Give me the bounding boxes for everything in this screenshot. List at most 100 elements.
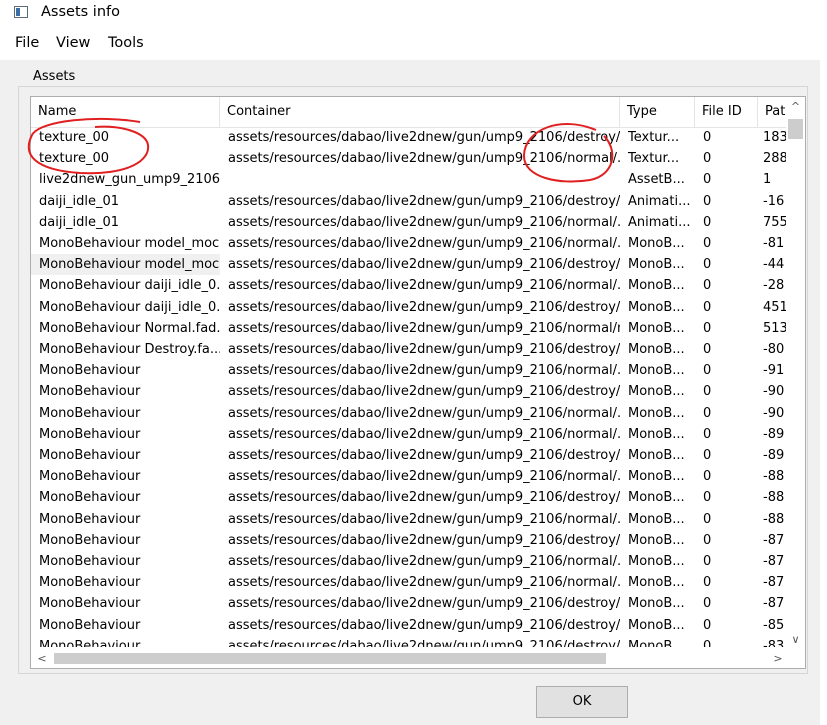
cell-type: MonoB...: [628, 342, 685, 357]
cell-path-id: -91: [763, 363, 785, 379]
scroll-left-icon[interactable]: <: [33, 649, 51, 668]
cell-container: assets/resources/dabao/live2dnew/gun/ump…: [228, 363, 620, 379]
cell-name: MonoBehaviour Destroy.fa...: [39, 342, 220, 357]
cell-file-id: 0: [703, 596, 712, 612]
cell-type: MonoB...: [628, 511, 685, 527]
cell-file-id: 0: [703, 193, 712, 209]
cell-type: MonoB...: [628, 554, 685, 569]
cell-file-id: 0: [703, 532, 712, 548]
cell-path-id: -87: [763, 575, 785, 591]
title-bar: Assets info: [0, 0, 827, 28]
table-row[interactable]: MonoBehaviour daiji_idle_0... assets/reso…: [31, 275, 787, 296]
cell-name: MonoBehaviour daiji_idle_0...: [39, 299, 220, 315]
table-row[interactable]: texture_00 assets/resources/dabao/live2dn…: [31, 148, 787, 169]
cell-name: MonoBehaviour: [39, 426, 141, 442]
cell-container: assets/resources/dabao/live2dnew/gun/ump…: [228, 554, 620, 569]
table-row[interactable]: MonoBehaviour assets/resources/dabao/live…: [31, 360, 787, 381]
table-row[interactable]: MonoBehaviour assets/resources/dabao/live…: [31, 403, 787, 424]
column-header-type[interactable]: Type: [620, 97, 695, 127]
horizontal-scroll-thumb[interactable]: [54, 653, 606, 664]
cell-name: MonoBehaviour: [39, 638, 141, 647]
cell-path-id: 451: [763, 299, 787, 315]
table-row[interactable]: texture_00 assets/resources/dabao/live2dn…: [31, 127, 787, 148]
cell-file-id: 0: [703, 236, 712, 251]
table-row[interactable]: MonoBehaviour assets/resources/dabao/live…: [31, 593, 787, 614]
cell-file-id: 0: [703, 554, 712, 569]
table-row[interactable]: MonoBehaviour assets/resources/dabao/live…: [31, 509, 787, 530]
ok-button[interactable]: OK: [536, 686, 628, 718]
table-row[interactable]: MonoBehaviour assets/resources/dabao/live…: [31, 572, 787, 593]
cell-container: assets/resources/dabao/live2dnew/gun/ump…: [228, 278, 620, 294]
cell-type: MonoB...: [628, 299, 685, 315]
scroll-right-icon[interactable]: >: [769, 649, 787, 668]
cell-path-id: -16: [763, 193, 785, 209]
table-row[interactable]: live2dnew_gun_ump9_2106 AssetB... 0 1: [31, 169, 787, 190]
cell-container: [220, 169, 620, 190]
column-header-path[interactable]: Pat: [758, 97, 787, 127]
cell-name: MonoBehaviour: [39, 469, 141, 485]
cell-container: assets/resources/dabao/live2dnew/gun/ump…: [228, 638, 620, 647]
table-row[interactable]: MonoBehaviour model_moc assets/resources/…: [31, 233, 787, 254]
cell-path-id: -44: [763, 257, 785, 273]
menu-tools[interactable]: Tools: [108, 35, 144, 51]
cell-name: MonoBehaviour Normal.fad...: [39, 320, 220, 336]
column-header-container[interactable]: Container: [220, 97, 620, 127]
cell-type: MonoB...: [628, 532, 685, 548]
menu-file[interactable]: File: [15, 35, 39, 51]
table-row[interactable]: daiji_idle_01 assets/resources/dabao/live…: [31, 212, 787, 233]
table-row[interactable]: MonoBehaviour assets/resources/dabao/live…: [31, 530, 787, 551]
cell-name: daiji_idle_01: [39, 193, 120, 209]
cell-type: MonoB...: [628, 257, 685, 273]
menu-view[interactable]: View: [56, 35, 90, 51]
cell-container: assets/resources/dabao/live2dnew/gun/ump…: [228, 405, 620, 421]
cell-path-id: -87: [763, 554, 785, 569]
table-row[interactable]: MonoBehaviour assets/resources/dabao/live…: [31, 615, 787, 636]
table-row[interactable]: MonoBehaviour assets/resources/dabao/live…: [31, 551, 787, 572]
table-row[interactable]: MonoBehaviour assets/resources/dabao/live…: [31, 466, 787, 487]
horizontal-scrollbar[interactable]: < >: [31, 649, 787, 668]
cell-file-id: 0: [703, 342, 712, 357]
cell-name: MonoBehaviour: [39, 617, 141, 633]
cell-path-id: -89: [763, 426, 785, 442]
cell-name: MonoBehaviour: [39, 554, 141, 569]
cell-container: assets/resources/dabao/live2dnew/gun/ump…: [228, 426, 620, 442]
cell-container: assets/resources/dabao/live2dnew/gun/ump…: [228, 320, 620, 336]
vertical-scroll-thumb[interactable]: [788, 119, 803, 139]
cell-type: MonoB...: [628, 426, 685, 442]
cell-type: MonoB...: [628, 617, 685, 633]
cell-container: assets/resources/dabao/live2dnew/gun/ump…: [228, 299, 620, 315]
cell-file-id: 0: [703, 448, 712, 463]
column-header-name[interactable]: Name: [31, 97, 220, 127]
cell-type: MonoB...: [628, 638, 685, 647]
cell-file-id: 0: [703, 575, 712, 591]
table-row[interactable]: MonoBehaviour Normal.fad... assets/resour…: [31, 318, 787, 339]
cell-file-id: 0: [703, 363, 712, 379]
table-row[interactable]: daiji_idle_01 assets/resources/dabao/live…: [31, 191, 787, 212]
table-row[interactable]: MonoBehaviour assets/resources/dabao/live…: [31, 487, 787, 508]
cell-type: Textur...: [628, 151, 680, 167]
cell-container: assets/resources/dabao/live2dnew/gun/ump…: [228, 214, 620, 230]
scroll-up-icon[interactable]: ^: [786, 97, 805, 116]
scroll-down-icon[interactable]: ∨: [786, 630, 805, 649]
cell-path-id: -89: [763, 448, 785, 463]
cell-container: assets/resources/dabao/live2dnew/gun/ump…: [228, 617, 620, 633]
table-row[interactable]: MonoBehaviour assets/resources/dabao/live…: [31, 381, 787, 402]
table-row[interactable]: MonoBehaviour assets/resources/dabao/live…: [31, 445, 787, 466]
vertical-scrollbar[interactable]: ^ ∨: [786, 97, 805, 649]
cell-path-id: -88: [763, 469, 785, 485]
assets-table[interactable]: Name Container Type File ID Pat texture_…: [30, 96, 806, 669]
cell-path-id: -85: [763, 617, 785, 633]
cell-type: MonoB...: [628, 320, 685, 336]
cell-name: MonoBehaviour: [39, 363, 141, 379]
table-row[interactable]: MonoBehaviour assets/resources/dabao/live…: [31, 424, 787, 445]
table-row[interactable]: MonoBehaviour daiji_idle_0... assets/reso…: [31, 297, 787, 318]
cell-name: MonoBehaviour: [39, 384, 141, 400]
column-header-file-id[interactable]: File ID: [695, 97, 758, 127]
cell-file-id: 0: [703, 130, 712, 145]
cell-type: MonoB...: [628, 575, 685, 591]
table-row[interactable]: MonoBehaviour assets/resources/dabao/live…: [31, 636, 787, 647]
table-row[interactable]: MonoBehaviour model_moc assets/resources/…: [31, 254, 787, 276]
cell-file-id: 0: [703, 384, 712, 400]
table-row[interactable]: MonoBehaviour Destroy.fa... assets/resour…: [31, 339, 787, 360]
cell-file-id: 0: [703, 320, 712, 336]
